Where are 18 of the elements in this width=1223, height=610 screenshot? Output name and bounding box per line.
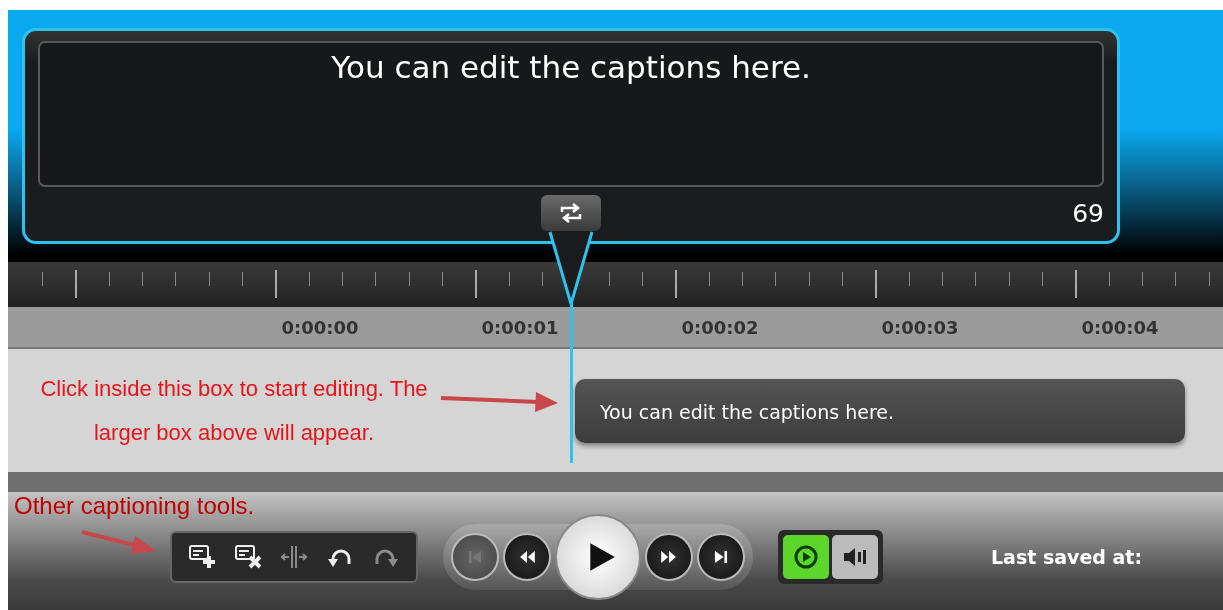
time-label: 0:00:03: [880, 316, 960, 338]
skip-end-button[interactable]: [697, 533, 745, 581]
annotation-text: Click inside this box to start editing. The larger box above will appear.: [39, 374, 429, 447]
caption-clip[interactable]: You can edit the captions here.: [575, 378, 1185, 443]
annotation-text: Other captioning tools.: [14, 492, 255, 520]
time-label: 0:00:02: [680, 316, 760, 338]
time-label: 0:00:00: [280, 316, 360, 338]
caption-text-field[interactable]: You can edit the captions here.: [38, 41, 1104, 187]
character-count: 69: [1072, 199, 1104, 228]
fast-forward-button[interactable]: [645, 533, 693, 581]
swap-arrows-icon: [558, 200, 584, 226]
swap-button[interactable]: [541, 195, 601, 231]
last-saved-label: Last saved at:: [991, 546, 1143, 568]
time-label: 0:00:01: [480, 316, 560, 338]
sync-toggle[interactable]: [783, 535, 829, 579]
rewind-button[interactable]: [503, 533, 551, 581]
audio-toggle[interactable]: [832, 535, 878, 579]
time-label: 0:00:04: [1080, 316, 1160, 338]
